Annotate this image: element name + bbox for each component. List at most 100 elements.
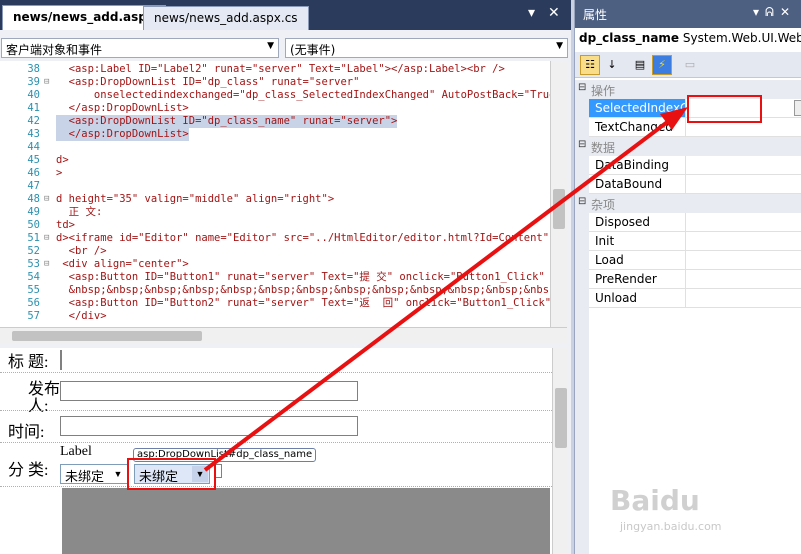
event-row[interactable]: PreRender: [575, 270, 801, 289]
asp-label-control[interactable]: Label: [60, 444, 92, 460]
category-header[interactable]: ⊟ 数据: [575, 137, 801, 156]
code-text: &nbsp;&nbsp;&nbsp;&nbsp;&nbsp;&nbsp;&nbs…: [68, 284, 550, 296]
category-label: 分 类:: [8, 462, 49, 479]
code-line[interactable]: 40 onselectedindexchanged="dp_class_Sele…: [0, 89, 550, 102]
code-text: <asp:Label ID="Label2" runat="server" Te…: [56, 63, 505, 75]
event-name: SelectedIndexC: [589, 99, 686, 118]
fold-toggle-icon[interactable]: ⊟: [44, 76, 52, 89]
code-line[interactable]: 44: [0, 141, 550, 154]
event-handler-value[interactable]: [686, 251, 801, 270]
code-line[interactable]: 41 </asp:DropDownList>: [0, 102, 550, 115]
event-name: Load: [589, 251, 686, 270]
client-objects-select-value: 客户端对象和事件: [6, 43, 103, 57]
line-number: 49: [27, 206, 40, 218]
code-text: </asp:DropDownList>: [56, 102, 189, 114]
events-select-value: (无事件): [290, 43, 336, 57]
code-text: d height="35" valign="middle" align="rig…: [56, 193, 335, 205]
tab-news-add-aspx-cs[interactable]: news/news_add.aspx.cs: [143, 6, 309, 30]
pin-icon[interactable]: ᕱ: [765, 5, 780, 19]
code-line[interactable]: 47: [0, 180, 550, 193]
time-input[interactable]: [60, 416, 358, 436]
table-row-divider: [0, 486, 552, 487]
event-row[interactable]: Init: [575, 232, 801, 251]
close-icon[interactable]: ✕: [780, 5, 796, 19]
properties-icon[interactable]: ▤: [630, 55, 650, 75]
code-line[interactable]: 46 >: [0, 167, 550, 180]
line-number: 43: [27, 128, 40, 140]
tab-dropdown-icon[interactable]: ▾: [528, 5, 535, 21]
code-line[interactable]: 43 </asp:DropDownList>: [0, 128, 550, 141]
code-line[interactable]: 49 正 文:: [0, 206, 550, 219]
properties-panel: 属性 ▾ᕱ✕ dp_class_name System.Web.UI.Web( …: [574, 0, 801, 554]
design-vertical-scrollbar[interactable]: [552, 348, 567, 554]
event-handler-value[interactable]: [686, 213, 801, 232]
event-handler-value[interactable]: [686, 289, 801, 308]
properties-title: 属性: [583, 8, 608, 22]
fold-toggle-icon[interactable]: ⊟: [44, 193, 52, 206]
code-line[interactable]: 52 <br />: [0, 245, 550, 258]
code-text: <asp:Button ID="Button1" runat="server" …: [56, 271, 550, 283]
collapse-icon[interactable]: ⊟: [578, 196, 586, 207]
code-text: td>: [56, 219, 75, 231]
close-icon[interactable]: ✕: [548, 5, 560, 21]
events-icon[interactable]: ⚡: [652, 55, 672, 75]
fold-toggle-icon[interactable]: ⊟: [44, 258, 52, 271]
code-line[interactable]: 54 <asp:Button ID="Button1" runat="serve…: [0, 271, 550, 284]
code-line[interactable]: 38 <asp:Label ID="Label2" runat="server"…: [0, 63, 550, 76]
client-objects-select[interactable]: 客户端对象和事件 ▼: [1, 38, 279, 58]
code-line[interactable]: 39 ⊟ <asp:DropDownList ID="dp_class" runa…: [0, 76, 550, 89]
line-number: 48: [27, 193, 40, 205]
event-handler-value[interactable]: [686, 270, 801, 289]
dropdown-icon[interactable]: ▾: [753, 5, 765, 19]
code-vertical-scrollbar[interactable]: [550, 61, 567, 327]
object-type: System.Web.UI.Web(: [682, 31, 801, 45]
code-horizontal-scrollbar[interactable]: [0, 327, 567, 344]
event-handler-value[interactable]: [686, 175, 801, 194]
event-handler-value[interactable]: [686, 232, 801, 251]
event-row[interactable]: DataBound: [575, 175, 801, 194]
event-row[interactable]: DataBinding: [575, 156, 801, 175]
scroll-thumb[interactable]: [553, 189, 565, 229]
code-line[interactable]: 48 ⊟ d height="35" valign="middle" align="…: [0, 193, 550, 206]
event-row[interactable]: Unload: [575, 289, 801, 308]
event-row[interactable]: Disposed: [575, 213, 801, 232]
events-select[interactable]: (无事件) ▼: [285, 38, 568, 58]
scroll-thumb[interactable]: [555, 388, 567, 448]
dp-class-dropdown[interactable]: 未绑定 ▼: [60, 464, 128, 484]
code-text: d>: [56, 154, 69, 166]
code-line[interactable]: 57 </div>: [0, 310, 550, 323]
code-line[interactable]: 42 <asp:DropDownList ID="dp_class_name" …: [0, 115, 550, 128]
code-line[interactable]: 50 td>: [0, 219, 550, 232]
html-editor-iframe[interactable]: [62, 488, 550, 554]
event-handler-value[interactable]: [686, 156, 801, 175]
alphabetical-icon[interactable]: ↓: [602, 55, 622, 75]
title-input[interactable]: [60, 350, 62, 370]
value-dropdown-button[interactable]: [794, 100, 801, 116]
fold-toggle-icon[interactable]: ⊟: [44, 232, 52, 245]
collapse-icon[interactable]: ⊟: [578, 139, 586, 150]
code-line[interactable]: 55 &nbsp;&nbsp;&nbsp;&nbsp;&nbsp;&nbsp;&…: [0, 284, 550, 297]
code-text: <asp:DropDownList ID="dp_class_name" run…: [56, 115, 398, 128]
collapse-icon[interactable]: ⊟: [578, 82, 586, 93]
event-name: Disposed: [589, 213, 686, 232]
category-header[interactable]: ⊟ 杂项: [575, 194, 801, 213]
publisher-input[interactable]: [60, 381, 358, 401]
code-line[interactable]: 45 d>: [0, 154, 550, 167]
code-line[interactable]: 56 <asp:Button ID="Button2" runat="serve…: [0, 297, 550, 310]
line-number: 44: [27, 141, 40, 153]
event-row[interactable]: Load: [575, 251, 801, 270]
code-line[interactable]: 53 ⊟ <div align="center">: [0, 258, 550, 271]
table-row-divider: [0, 442, 552, 443]
source-code-editor[interactable]: 38 <asp:Label ID="Label2" runat="server"…: [0, 61, 550, 327]
line-number: 38: [27, 63, 40, 75]
code-line[interactable]: 51 ⊟ d><iframe id="Editor" name="Editor" s…: [0, 232, 550, 245]
line-number: 54: [27, 271, 40, 283]
categorized-icon[interactable]: ☷: [580, 55, 600, 75]
category-name: 操作: [591, 84, 616, 98]
scroll-thumb[interactable]: [12, 331, 202, 341]
event-name: TextChanged: [589, 118, 686, 137]
code-text: 正 文:: [56, 206, 103, 218]
property-pages-icon[interactable]: ▭: [680, 55, 700, 75]
object-selector[interactable]: dp_class_name System.Web.UI.Web(: [579, 31, 801, 49]
tab-news-add-aspx[interactable]: news/news_add.aspx: [2, 5, 166, 30]
